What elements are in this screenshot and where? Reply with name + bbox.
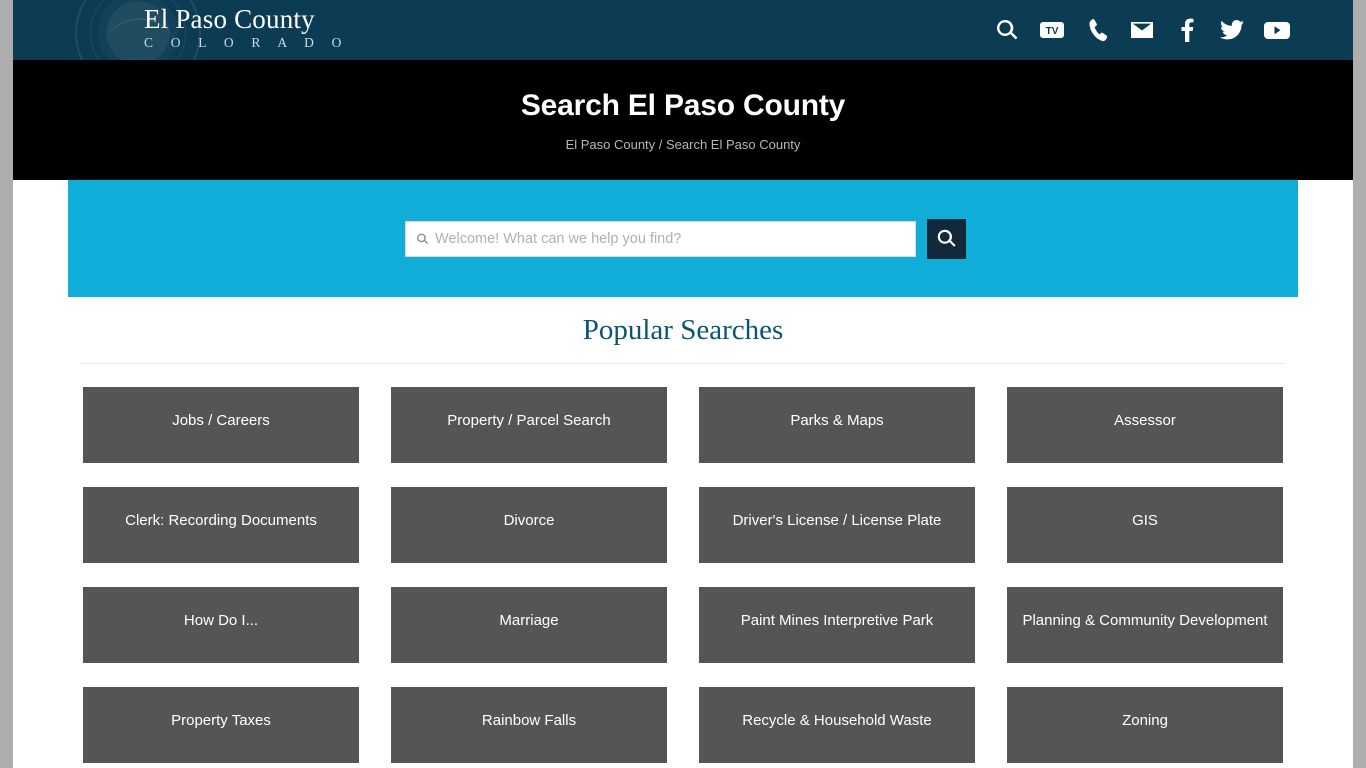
page-root: El Paso County C O L O R A D O TV Search… [13, 0, 1353, 768]
mail-icon[interactable] [1129, 15, 1155, 45]
section-heading: Popular Searches [582, 314, 784, 346]
popular-tile[interactable]: Paint Mines Interpretive Park [699, 587, 975, 663]
site-logo[interactable]: El Paso County C O L O R A D O [144, 4, 351, 52]
scrollbar-thumb[interactable] [1353, 0, 1366, 336]
site-search-form [405, 218, 966, 259]
popular-tile[interactable]: Zoning [1007, 687, 1283, 763]
search-band [68, 180, 1298, 297]
popular-tile[interactable]: Recycle & Household Waste [699, 687, 975, 763]
popular-tile[interactable]: Parks & Maps [699, 387, 975, 463]
popular-tile[interactable]: Divorce [391, 487, 667, 563]
search-submit-button[interactable] [927, 218, 966, 259]
popular-searches-grid: Jobs / Careers Property / Parcel Search … [68, 364, 1298, 763]
site-header: El Paso County C O L O R A D O TV [13, 0, 1353, 60]
page-hero: Search El Paso County El Paso County / S… [13, 60, 1353, 180]
popular-tile[interactable]: Rainbow Falls [391, 687, 667, 763]
popular-tile[interactable]: Clerk: Recording Documents [83, 487, 359, 563]
header-icon-bar: TV [994, 0, 1290, 60]
popular-tile[interactable]: GIS [1007, 487, 1283, 563]
facebook-icon[interactable] [1174, 15, 1200, 45]
brand-name: El Paso County [144, 4, 315, 34]
popular-searches-section: Popular Searches Jobs / Careers Property… [13, 297, 1353, 763]
search-band-wrapper [13, 180, 1353, 297]
search-input-wrapper[interactable] [405, 220, 916, 257]
popular-tile[interactable]: Planning & Community Development [1007, 587, 1283, 663]
popular-tile[interactable]: How Do I... [83, 587, 359, 663]
left-edge-strip [0, 0, 13, 768]
search-icon [937, 229, 956, 247]
search-icon [416, 232, 429, 245]
popular-tile[interactable]: Property / Parcel Search [391, 387, 667, 463]
search-icon[interactable] [994, 15, 1020, 45]
popular-tile[interactable]: Jobs / Careers [83, 387, 359, 463]
search-input[interactable] [406, 221, 915, 256]
browser-viewport: El Paso County C O L O R A D O TV Search… [0, 0, 1366, 768]
tv-icon[interactable]: TV [1039, 15, 1065, 45]
popular-tile[interactable]: Driver's License / License Plate [699, 487, 975, 563]
popular-tile[interactable]: Property Taxes [83, 687, 359, 763]
page-title: Search El Paso County [520, 89, 846, 122]
youtube-icon[interactable] [1264, 15, 1290, 45]
breadcrumb: El Paso County / Search El Paso County [565, 137, 801, 152]
phone-icon[interactable] [1084, 15, 1110, 45]
brand-state: C O L O R A D O [144, 35, 349, 50]
popular-tile[interactable]: Assessor [1007, 387, 1283, 463]
popular-tile[interactable]: Marriage [391, 587, 667, 663]
svg-text:TV: TV [1046, 26, 1059, 37]
page-scrollbar[interactable] [1353, 0, 1366, 768]
twitter-icon[interactable] [1219, 15, 1245, 45]
